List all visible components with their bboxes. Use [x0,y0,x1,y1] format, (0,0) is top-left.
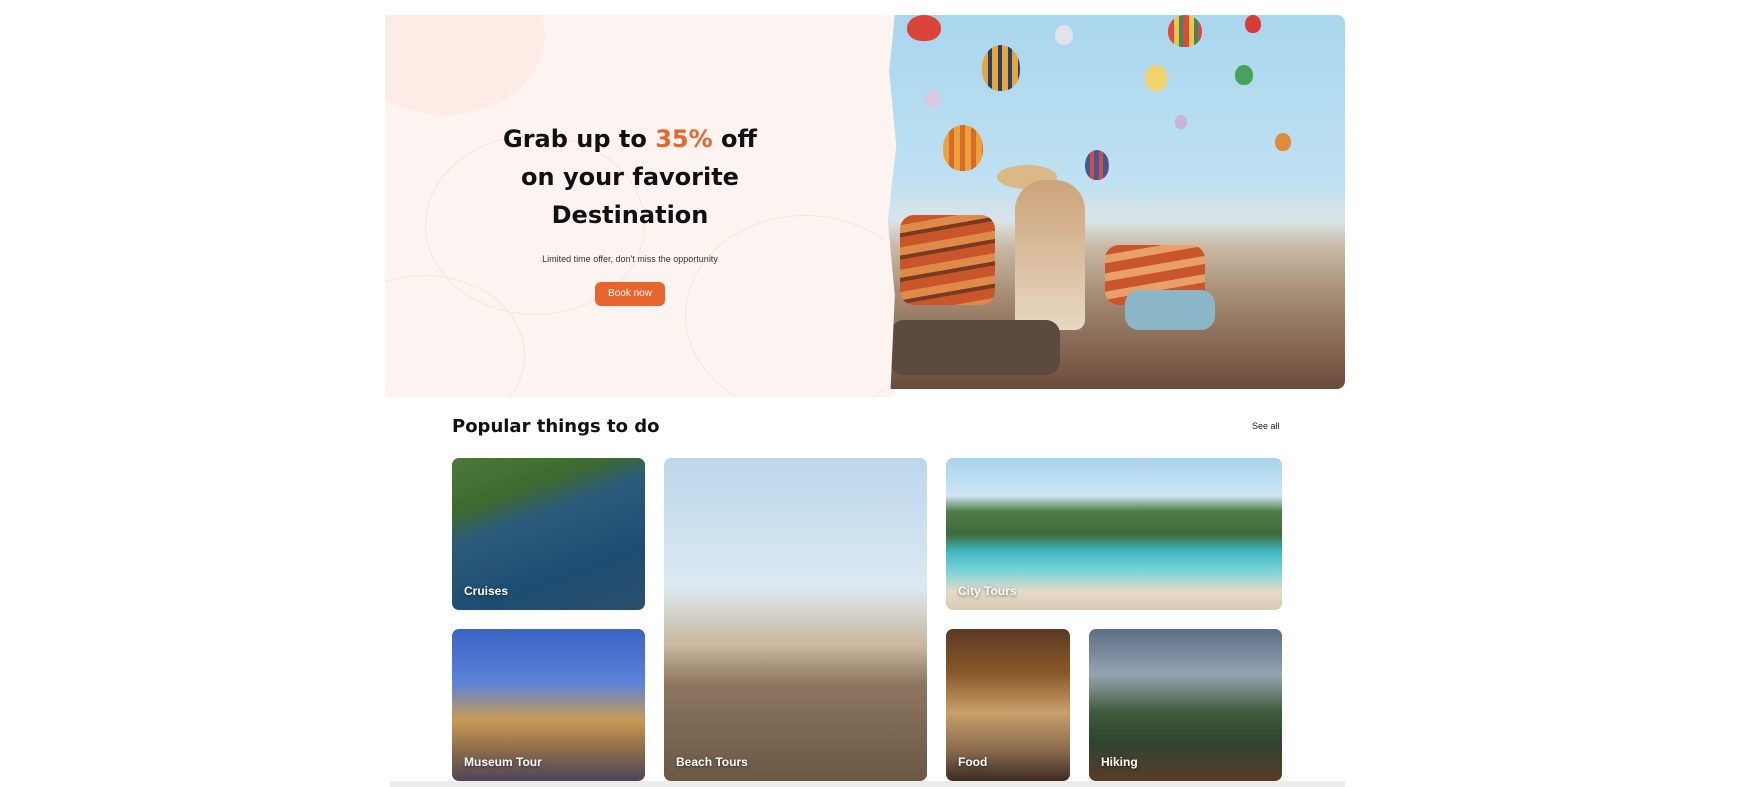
activity-card-beach-tours[interactable]: Beach Tours [664,458,927,781]
hero-title-part: Grab up to [503,125,656,153]
decorative-cushion [1125,290,1215,330]
balloon-icon [943,125,983,171]
hero-title-part: on your favorite [521,163,739,191]
balloon-icon [982,45,1020,91]
balloon-icon [925,90,941,108]
hero-text-panel: Grab up to 35% off on your favorite Dest… [385,15,895,397]
card-label: City Tours [958,584,1017,598]
decorative-cushion [890,320,1060,375]
hero-photo [885,15,1345,389]
decorative-blob [385,15,545,115]
hero-subtitle: Limited time offer, don't miss the oppor… [542,254,718,264]
balloon-icon [1168,15,1202,47]
activity-card-city-tours[interactable]: City Tours [946,458,1282,610]
balloon-icon [1235,65,1253,85]
balloon-icon [907,15,941,41]
card-label: Food [958,755,988,769]
section-title: Popular things to do [452,416,660,437]
balloon-icon [1275,133,1291,151]
card-label: Cruises [464,584,509,598]
hero-text: Grab up to 35% off on your favorite Dest… [445,120,815,306]
horizontal-scrollbar[interactable] [390,781,1345,787]
activity-card-hiking[interactable]: Hiking [1089,629,1282,781]
hero-discount: 35% [655,125,713,153]
hero-title: Grab up to 35% off on your favorite Dest… [445,120,815,234]
card-label: Beach Tours [676,755,748,769]
balloon-icon [1055,25,1073,45]
decorative-cushion [900,215,995,305]
activity-card-cruises[interactable]: Cruises [452,458,645,610]
traveler-figure [1015,180,1085,330]
card-label: Museum Tour [464,755,542,769]
balloon-icon [1245,15,1261,33]
promo-hero: Grab up to 35% off on your favorite Dest… [385,15,1345,397]
hero-title-part: Destination [551,201,709,229]
hero-title-part: off [712,125,757,153]
balloon-icon [1085,150,1109,180]
activity-card-museum-tour[interactable]: Museum Tour [452,629,645,781]
page: Grab up to 35% off on your favorite Dest… [0,0,1748,787]
card-label: Hiking [1101,755,1138,769]
see-all-link[interactable]: See all [1252,421,1280,431]
book-now-button[interactable]: Book now [595,282,665,306]
balloon-icon [1145,65,1167,91]
balloon-icon [1175,115,1187,129]
activity-card-food[interactable]: Food [946,629,1070,781]
